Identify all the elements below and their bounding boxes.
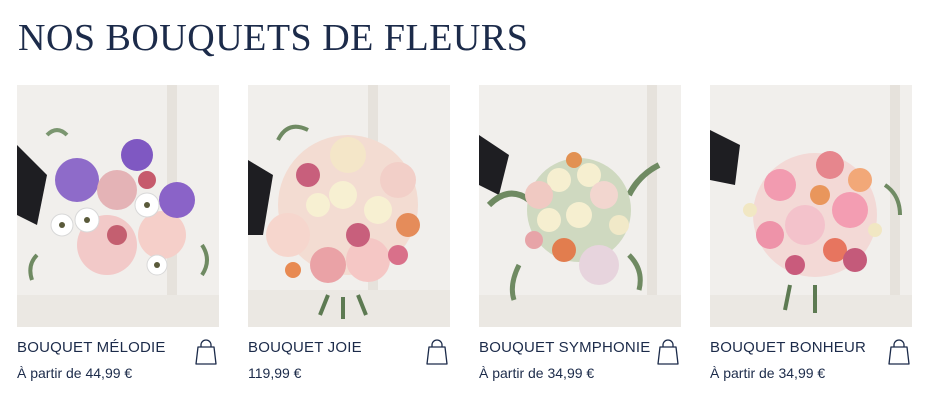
product-name[interactable]: BOUQUET BONHEUR (710, 339, 912, 357)
product-card[interactable]: BOUQUET SYMPHONIE À partir de 34,99 € (479, 85, 681, 399)
product-price: À partir de 34,99 € (710, 365, 826, 381)
shopping-bag-icon[interactable] (657, 339, 679, 365)
shopping-bag-icon[interactable] (888, 339, 910, 365)
product-price: À partir de 34,99 € (479, 365, 595, 381)
product-grid: BOUQUET MÉLODIE À partir de 44,99 € BOUQ… (17, 85, 912, 399)
product-card[interactable]: BOUQUET JOIE 119,99 € (248, 85, 450, 399)
page-title: NOS BOUQUETS DE FLEURS (18, 17, 529, 59)
product-image[interactable] (17, 85, 219, 327)
shopping-bag-icon[interactable] (195, 339, 217, 365)
product-card[interactable]: BOUQUET MÉLODIE À partir de 44,99 € (17, 85, 219, 399)
product-price: À partir de 44,99 € (17, 365, 133, 381)
shopping-bag-icon[interactable] (426, 339, 448, 365)
product-info: BOUQUET MÉLODIE À partir de 44,99 € (17, 339, 219, 399)
product-info: BOUQUET JOIE 119,99 € (248, 339, 450, 399)
product-image[interactable] (710, 85, 912, 327)
product-name[interactable]: BOUQUET JOIE (248, 339, 450, 357)
product-info: BOUQUET BONHEUR À partir de 34,99 € (710, 339, 912, 399)
product-image[interactable] (479, 85, 681, 327)
product-info: BOUQUET SYMPHONIE À partir de 34,99 € (479, 339, 681, 399)
product-name[interactable]: BOUQUET MÉLODIE (17, 339, 219, 357)
product-card[interactable]: BOUQUET BONHEUR À partir de 34,99 € (710, 85, 912, 399)
product-image[interactable] (248, 85, 450, 327)
product-price: 119,99 € (248, 365, 302, 381)
product-name[interactable]: BOUQUET SYMPHONIE (479, 339, 681, 357)
